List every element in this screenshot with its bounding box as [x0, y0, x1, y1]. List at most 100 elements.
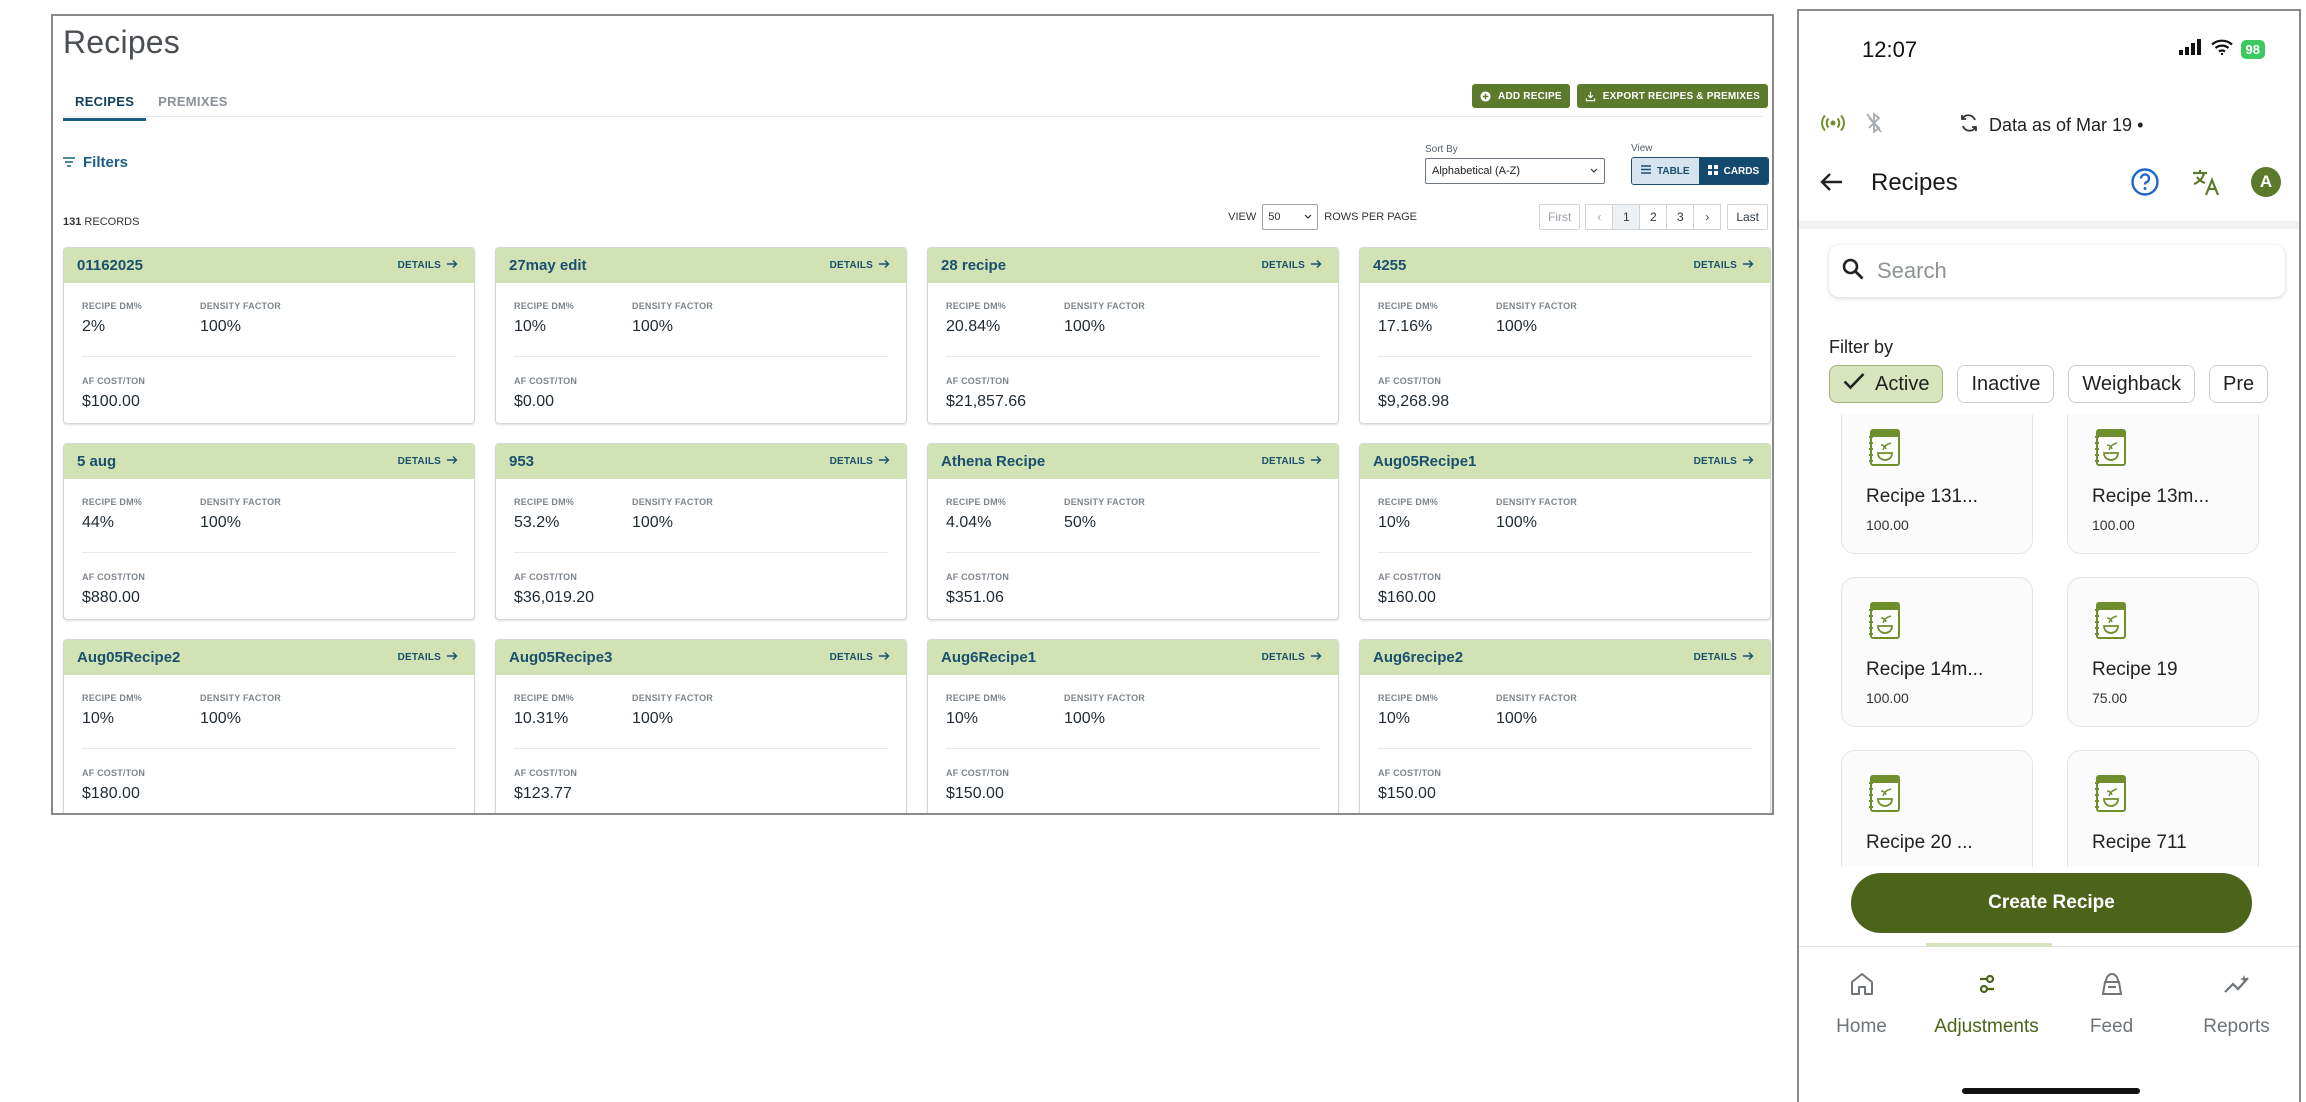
recipe-card-body: RECIPE DM% 44% DENSITY FACTOR 100% AF CO… [64, 479, 474, 607]
cost-value: $180.00 [82, 785, 140, 802]
rows-per-page-select[interactable]: 50 [1262, 204, 1319, 230]
card-divider [1378, 552, 1752, 553]
home-indicator [1962, 1088, 2140, 1094]
recipe-card: Aug6recipe2 DETAILS RECIPE DM% 10% DENSI… [1359, 639, 1771, 813]
signal-icon [2178, 39, 2203, 60]
view-switch: View TABLE CARDS [1631, 143, 1770, 185]
recipe-card-body: RECIPE DM% 10% DENSITY FACTOR 100% AF CO… [1360, 479, 1770, 607]
page-3-button[interactable]: 3 [1666, 204, 1695, 230]
export-button[interactable]: EXPORT RECIPES & PREMIXES [1576, 84, 1768, 108]
details-link[interactable]: DETAILS [830, 651, 890, 664]
prev-page-button[interactable]: ‹ [1585, 204, 1614, 230]
nav-adjustments[interactable]: Adjustments [1924, 956, 2049, 1046]
details-link[interactable]: DETAILS [830, 259, 890, 272]
cost-stat: AF COST/TON $100.00 [82, 376, 200, 411]
nav-reports[interactable]: Reports [2174, 956, 2299, 1046]
translate-icon[interactable] [2191, 167, 2221, 202]
details-label: DETAILS [397, 260, 441, 271]
details-link[interactable]: DETAILS [398, 455, 458, 468]
cost-value: $100.00 [82, 393, 140, 410]
recipe-card-body: RECIPE DM% 10.31% DENSITY FACTOR 100% AF… [496, 675, 906, 803]
recipe-book-icon [2094, 773, 2128, 818]
recipe-card-header: Aug05Recipe1 DETAILS [1360, 444, 1770, 479]
sort-by: Sort By Alphabetical (A-Z) [1425, 144, 1605, 184]
recipe-name: Aug05Recipe2 [77, 649, 181, 666]
density-label: DENSITY FACTOR [1496, 497, 1577, 507]
sort-by-select[interactable]: Alphabetical (A-Z) [1425, 158, 1605, 184]
cost-value: $160.00 [1378, 589, 1436, 606]
cost-value: $150.00 [1378, 785, 1436, 802]
details-link[interactable]: DETAILS [1694, 259, 1754, 272]
search-input[interactable] [1877, 258, 2257, 284]
recipe-tile[interactable]: Recipe 14m... 100.00 [1841, 577, 2033, 727]
view-table-label: TABLE [1657, 165, 1690, 177]
recipe-tile[interactable]: Recipe 13m... 100.00 [2067, 414, 2259, 554]
sync-icon[interactable] [1959, 113, 1979, 138]
recipe-name: 953 [509, 453, 535, 470]
details-link[interactable]: DETAILS [1694, 455, 1754, 468]
dm-label: RECIPE DM% [514, 497, 575, 507]
tile-name: Recipe 13m... [2092, 486, 2210, 507]
dm-stat: RECIPE DM% 10.31% [514, 693, 632, 728]
details-label: DETAILS [1261, 260, 1305, 271]
details-link[interactable]: DETAILS [1694, 651, 1754, 664]
view-table-button[interactable]: TABLE [1632, 158, 1699, 184]
recipe-tile[interactable]: Recipe 19 75.00 [2067, 577, 2259, 727]
recipe-card: 28 recipe DETAILS RECIPE DM% 20.84% DENS… [927, 247, 1339, 424]
page-2-button[interactable]: 2 [1639, 204, 1668, 230]
nav-feed[interactable]: Feed [2049, 956, 2174, 1046]
cost-label: AF COST/TON [1378, 572, 1442, 582]
records-number: 131 [63, 216, 82, 228]
bottom-nav: Home Adjustments Feed Reports [1799, 956, 2299, 1046]
recipe-tile[interactable]: Recipe 131... 100.00 [1841, 414, 2033, 554]
recipe-card-body: RECIPE DM% 20.84% DENSITY FACTOR 100% AF… [928, 283, 1338, 411]
add-recipe-button[interactable]: ADD RECIPE [1472, 84, 1570, 108]
page-1-button[interactable]: 1 [1612, 204, 1641, 230]
recipe-book-icon [1868, 427, 1902, 472]
recipe-tile[interactable]: Recipe 711 [2067, 750, 2259, 867]
density-value: 100% [200, 318, 241, 335]
recipe-tile[interactable]: Recipe 20 ... [1841, 750, 2033, 867]
first-page-button[interactable]: First [1538, 204, 1581, 230]
details-link[interactable]: DETAILS [398, 259, 458, 272]
desktop-recipes-window: Recipes RECIPES PREMIXES ADD RECIPE EXPO… [51, 14, 1774, 815]
last-page-button[interactable]: Last [1727, 204, 1768, 230]
chip-active[interactable]: Active [1829, 365, 1944, 403]
arrow-right-icon [1311, 455, 1322, 468]
dm-label: RECIPE DM% [946, 497, 1007, 507]
recipe-card-body: RECIPE DM% 10% DENSITY FACTOR 100% AF CO… [64, 675, 474, 803]
details-link[interactable]: DETAILS [1262, 259, 1322, 272]
details-link[interactable]: DETAILS [1262, 651, 1322, 664]
dm-stat: RECIPE DM% 20.84% [946, 301, 1064, 336]
card-divider [82, 748, 456, 749]
details-link[interactable]: DETAILS [830, 455, 890, 468]
density-label: DENSITY FACTOR [1496, 301, 1577, 311]
recipe-card-header: Athena Recipe DETAILS [928, 444, 1338, 479]
density-label: DENSITY FACTOR [1496, 693, 1577, 703]
filters-toggle[interactable]: Filters [63, 154, 128, 171]
dm-value: 20.84% [946, 318, 1001, 335]
recipe-name: Aug05Recipe1 [1373, 453, 1477, 470]
recipe-card-body: RECIPE DM% 2% DENSITY FACTOR 100% AF COS… [64, 283, 474, 411]
nav-reports-label: Reports [2203, 1016, 2270, 1037]
density-label: DENSITY FACTOR [200, 693, 281, 703]
density-stat: DENSITY FACTOR 100% [200, 497, 318, 532]
arrow-right-icon [1743, 455, 1754, 468]
create-recipe-button[interactable]: Create Recipe [1851, 873, 2252, 933]
cost-stat: AF COST/TON $880.00 [82, 572, 200, 607]
avatar[interactable]: A [2251, 167, 2281, 197]
view-cards-button[interactable]: CARDS [1698, 158, 1769, 184]
plus-circle-icon [1480, 90, 1491, 102]
chip-weighback[interactable]: Weighback [2068, 365, 2195, 403]
back-arrow-icon[interactable] [1819, 169, 1845, 200]
chip-premix[interactable]: Pre [2208, 365, 2269, 403]
details-link[interactable]: DETAILS [398, 651, 458, 664]
density-value: 100% [632, 318, 673, 335]
next-page-button[interactable]: › [1693, 204, 1722, 230]
help-icon[interactable] [2130, 167, 2160, 202]
details-link[interactable]: DETAILS [1262, 455, 1322, 468]
chip-inactive[interactable]: Inactive [1957, 365, 2055, 403]
cost-label: AF COST/TON [82, 572, 146, 582]
nav-home[interactable]: Home [1799, 956, 1924, 1046]
search-box [1829, 245, 2285, 297]
